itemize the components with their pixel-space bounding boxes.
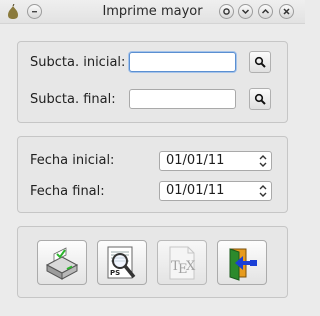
initial-account-label: Subcta. inicial: [30,55,126,70]
dates-group [17,136,288,213]
final-date-field[interactable]: 01/01/11 [159,181,272,201]
svg-text:X: X [186,259,196,274]
exit-door-icon [229,247,257,281]
close-button[interactable] [279,4,294,19]
printer-icon [45,246,79,280]
exit-button[interactable] [217,240,267,285]
initial-account-input[interactable] [129,52,236,72]
magnifier-icon [254,93,266,105]
magnifier-icon [254,56,266,68]
spinner-arrows-icon[interactable] [258,184,268,198]
initial-date-value: 01/01/11 [166,153,225,168]
postscript-preview-button[interactable]: PS [97,240,147,285]
final-account-search-button[interactable] [249,88,271,110]
initial-date-field[interactable]: 01/01/11 [159,151,272,171]
tex-icon: T E X [169,246,196,279]
final-account-input[interactable] [129,89,236,109]
initial-account-search-button[interactable] [249,51,271,73]
minimize-button[interactable] [238,4,253,19]
help-chevron-icon [223,8,230,15]
final-date-value: 01/01/11 [166,183,225,198]
maximize-icon [261,8,270,14]
help-button[interactable] [219,4,234,19]
final-date-label: Fecha final: [30,184,105,199]
title-bar[interactable]: Imprime mayor [0,0,305,24]
svg-text:PS: PS [110,269,120,277]
initial-date-label: Fecha inicial: [30,153,115,168]
spinner-arrows-icon[interactable] [258,154,268,168]
final-account-label: Subcta. final: [30,92,116,107]
dialog-window: Imprime mayor Subcta. inicial: Subcta. f… [0,0,305,316]
maximize-button[interactable] [258,4,273,19]
ps-preview-icon: PS [107,246,136,278]
tex-export-button[interactable]: T E X [157,240,207,285]
close-icon [283,8,290,15]
minimize-icon [241,9,250,15]
print-button[interactable] [37,240,87,285]
